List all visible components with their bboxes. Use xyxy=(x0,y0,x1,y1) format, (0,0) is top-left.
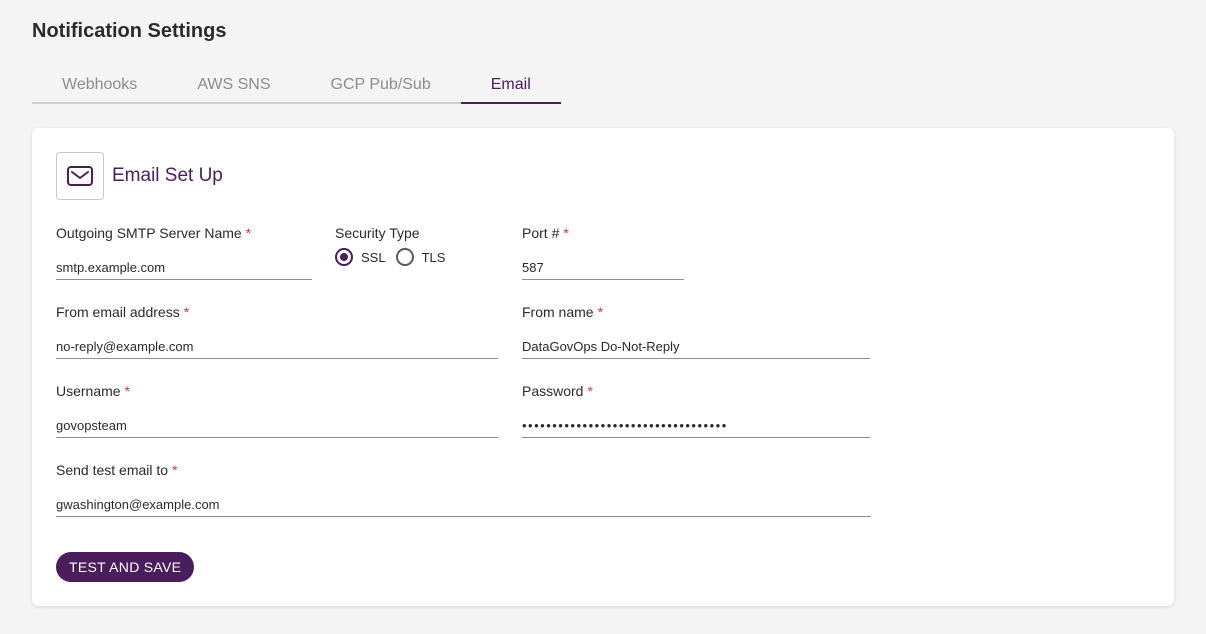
tab-webhooks[interactable]: Webhooks xyxy=(32,74,167,104)
mail-icon xyxy=(56,152,104,200)
page-title: Notification Settings xyxy=(32,20,227,42)
radio-tls-indicator[interactable] xyxy=(395,248,414,266)
test-email-field: Send test email to * xyxy=(56,461,871,517)
smtp-field: Outgoing SMTP Server Name * xyxy=(56,224,312,280)
password-input[interactable] xyxy=(522,414,870,438)
security-type-field: Security Type SSL TLS xyxy=(335,224,495,266)
username-label: Username * xyxy=(56,383,131,399)
tab-aws-sns[interactable]: AWS SNS xyxy=(167,74,300,104)
test-email-input[interactable] xyxy=(56,493,871,517)
from-email-field: From email address * xyxy=(56,303,498,359)
smtp-label: Outgoing SMTP Server Name * xyxy=(56,225,252,241)
smtp-server-input[interactable] xyxy=(56,256,312,280)
security-type-label: Security Type xyxy=(335,225,420,241)
port-input[interactable] xyxy=(522,256,684,280)
from-name-field: From name * xyxy=(522,303,870,359)
password-field: Password * xyxy=(522,382,870,438)
card-header: Email Set Up xyxy=(56,152,223,200)
security-type-radio-group: SSL TLS xyxy=(335,248,495,266)
radio-ssl-label: SSL xyxy=(361,249,386,265)
password-label: Password * xyxy=(522,383,593,399)
tab-bar: Webhooks AWS SNS GCP Pub/Sub Email xyxy=(32,74,561,104)
test-and-save-button[interactable]: TEST AND SAVE xyxy=(56,552,195,582)
email-setup-card: Email Set Up Outgoing SMTP Server Name * … xyxy=(32,128,1174,606)
username-input[interactable] xyxy=(56,414,498,438)
port-label: Port # * xyxy=(522,225,569,241)
from-email-label: From email address * xyxy=(56,304,190,320)
card-title: Email Set Up xyxy=(112,165,223,186)
from-name-input[interactable] xyxy=(522,335,870,359)
radio-tls[interactable]: TLS xyxy=(395,248,446,266)
from-name-label: From name * xyxy=(522,304,604,320)
test-email-label: Send test email to * xyxy=(56,462,178,478)
port-field: Port # * xyxy=(522,224,684,280)
tab-gcp-pubsub[interactable]: GCP Pub/Sub xyxy=(301,74,461,104)
from-email-input[interactable] xyxy=(56,335,498,359)
tab-email[interactable]: Email xyxy=(460,74,561,104)
username-field: Username * xyxy=(56,382,498,438)
radio-ssl[interactable]: SSL xyxy=(335,248,386,266)
radio-ssl-indicator[interactable] xyxy=(335,248,353,266)
radio-tls-label: TLS xyxy=(421,249,446,265)
